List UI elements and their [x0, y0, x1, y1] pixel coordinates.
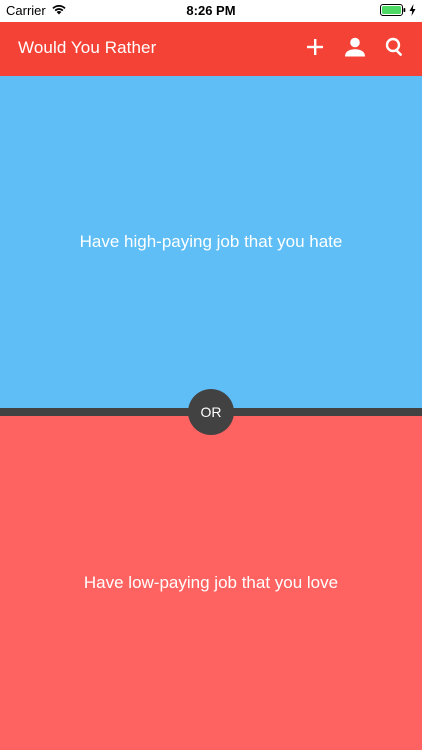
- profile-button[interactable]: [344, 36, 366, 58]
- search-icon: [385, 37, 403, 56]
- battery-icon: [380, 4, 406, 19]
- status-time: 8:26 PM: [186, 3, 236, 18]
- search-button[interactable]: [384, 36, 406, 58]
- option-b-card[interactable]: Have low-paying job that you love: [0, 416, 422, 750]
- app-bar: Would You Rather: [0, 22, 422, 76]
- or-badge: OR: [188, 389, 234, 435]
- option-a-text: Have high-paying job that you hate: [79, 232, 343, 251]
- option-a-card[interactable]: Have high-paying job that you hate: [0, 76, 422, 408]
- status-right: [380, 4, 416, 19]
- add-icon: [307, 39, 323, 55]
- person-icon: [345, 37, 365, 57]
- charging-icon: [409, 4, 416, 19]
- or-label: OR: [200, 404, 222, 420]
- app-title: Would You Rather: [18, 38, 157, 57]
- option-b-text: Have low-paying job that you love: [83, 573, 339, 592]
- app-actions: [304, 36, 406, 58]
- status-bar: Carrier 8:26 PM: [0, 0, 422, 22]
- add-button[interactable]: [304, 36, 326, 58]
- screen: Carrier 8:26 PM Would You Rather Have hi…: [0, 0, 422, 750]
